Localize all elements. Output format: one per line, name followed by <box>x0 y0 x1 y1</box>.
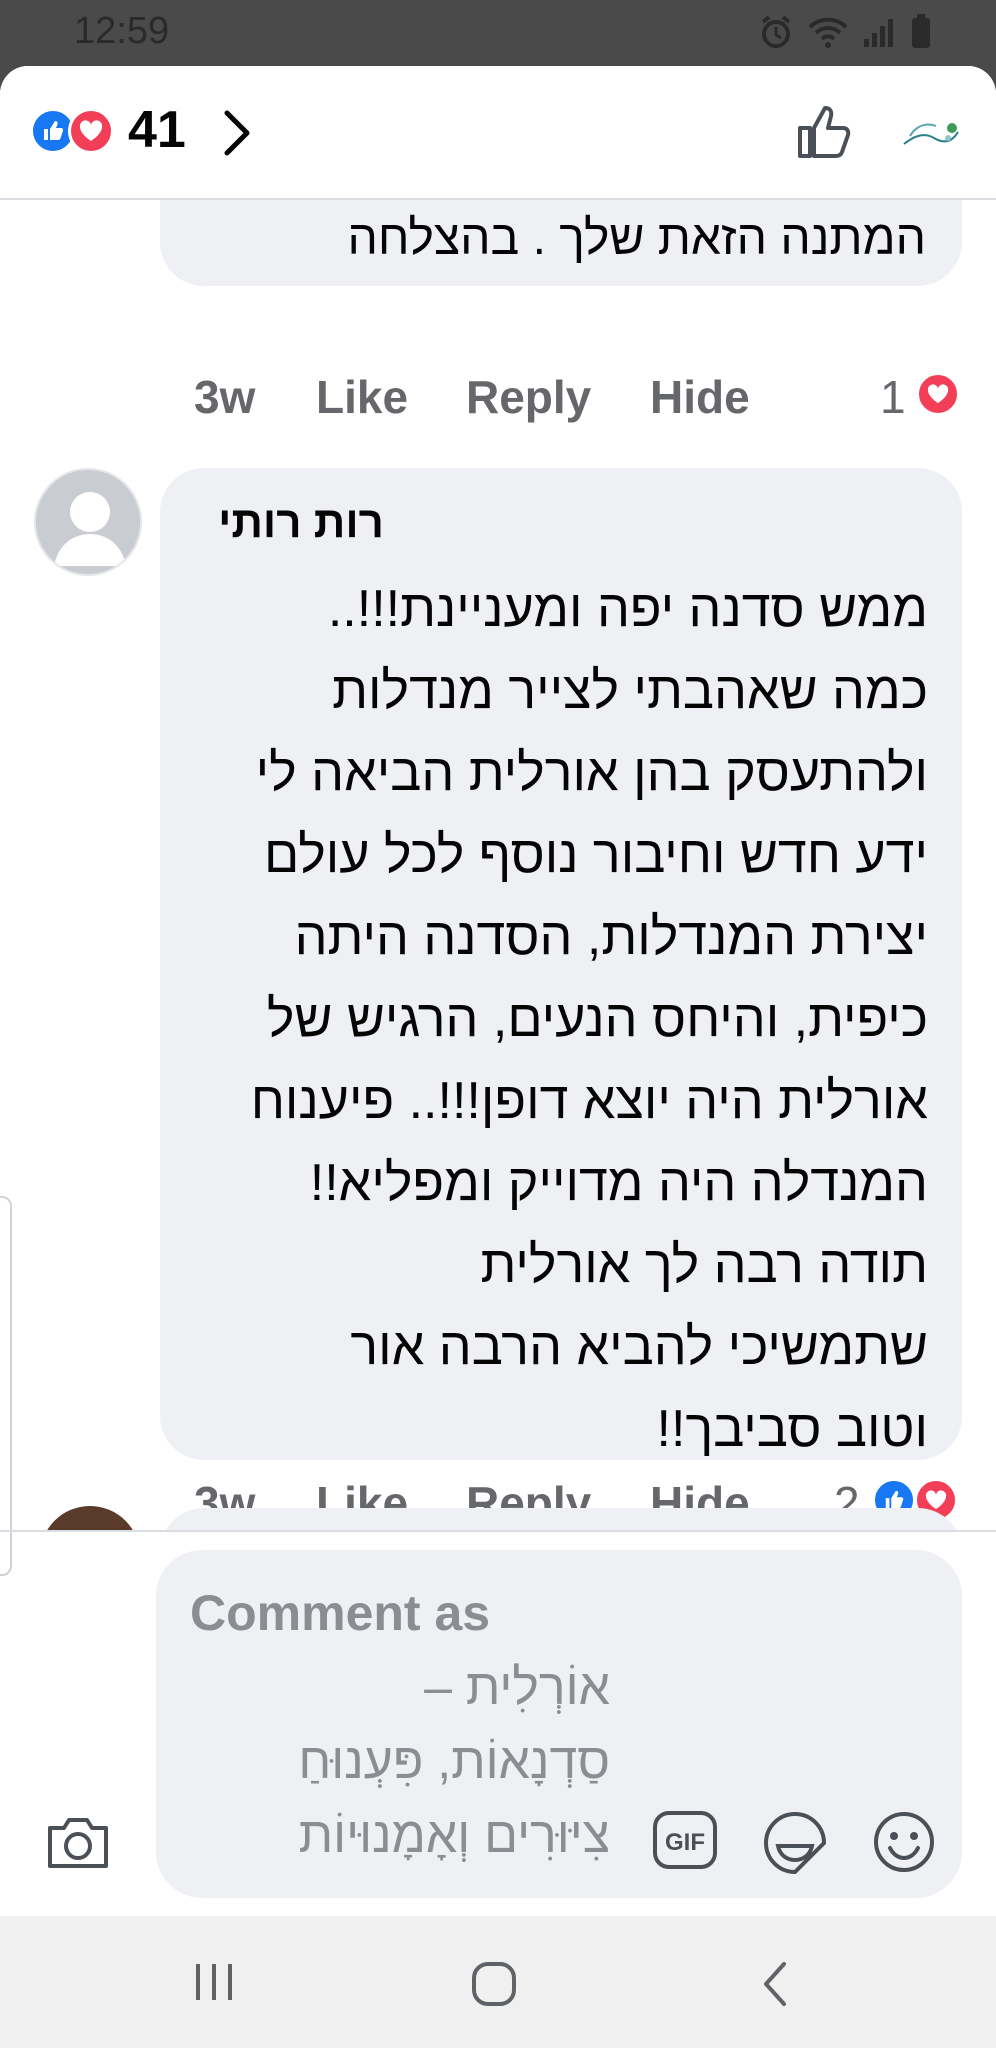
status-bar: 12:59 <box>0 0 996 66</box>
comment-line: שתמשיכי להביא הרבה אור <box>350 1318 928 1376</box>
previous-comment-text: המתנה הזאת שלך . בהצלחה <box>347 212 926 265</box>
camera-icon[interactable] <box>44 1812 112 1872</box>
system-nav-bar <box>0 1916 996 2048</box>
comment-line: כמה שאהבתי לצייר מנדלות <box>332 662 928 720</box>
composer-placeholder: צִיּוּרִים וְאָמָנוּיוֹת <box>298 1807 610 1863</box>
reaction-summary[interactable] <box>30 106 122 156</box>
reply-button[interactable]: Reply <box>466 370 591 424</box>
previous-comment-actions: 3w Like Reply Hide 1 <box>0 360 996 430</box>
comment-timestamp: 3w <box>194 371 256 423</box>
comment-composer[interactable]: Comment as אוֹרְלִית – סַדְנָאוֹת, פִּעְ… <box>156 1550 962 1898</box>
composer-placeholder: אוֹרְלִית – <box>424 1659 610 1715</box>
signal-icon <box>864 19 893 47</box>
composer-placeholder: Comment as <box>190 1585 491 1641</box>
comment-line: תודה רבה לך אורלית <box>480 1236 928 1294</box>
comment-line: אורלית היה יוצא דופן!!!.. פיענוח <box>250 1072 928 1130</box>
love-reaction-icon <box>916 372 960 416</box>
chevron-right-icon[interactable] <box>222 108 252 158</box>
comment-line: כיפית, והיחס הנעים, הרגיש של <box>266 990 928 1048</box>
home-icon[interactable] <box>470 1960 518 2008</box>
next-comment-bubble <box>160 1508 962 1530</box>
comment-line: יצירת המנדלות, הסדנה היתה <box>294 908 928 966</box>
gif-label: GIF <box>665 1829 705 1856</box>
reactions-comments-sheet: 41 המתנה הזאת שלך . בהצלחה 3w Like Reply… <box>0 66 996 1916</box>
back-icon[interactable] <box>760 1960 790 2008</box>
comment-line: ידע חדש וחיבור נוסף לכל עולם <box>263 826 928 884</box>
comment-reaction-count[interactable]: 1 <box>880 370 906 424</box>
comment-bubble: רות רותי ממש סדנה יפה ומעניינת!!!.. כמה … <box>160 468 962 1460</box>
comment-line: וטוב סביבך!! <box>656 1400 928 1458</box>
alarm-icon <box>761 15 791 48</box>
comment-author[interactable]: רות רותי <box>218 498 384 548</box>
comment-line: ממש סדנה יפה ומעניינת!!!.. <box>327 580 928 638</box>
love-reaction-icon <box>68 108 114 154</box>
comment-line: המנדלה היה מדוייק ומפליא!! <box>309 1154 928 1212</box>
avatar[interactable] <box>34 468 142 576</box>
composer-placeholder: סַדְנָאוֹת, פִּעְנוּחַ <box>298 1733 610 1789</box>
battery-icon <box>912 14 930 48</box>
status-time: 12:59 <box>74 10 170 52</box>
status-icons <box>758 14 932 50</box>
thumbs-up-icon[interactable] <box>794 102 854 162</box>
previous-comment-bubble: המתנה הזאת שלך . בהצלחה <box>160 200 962 286</box>
wifi-icon <box>808 17 848 48</box>
emoji-icon[interactable] <box>872 1810 936 1874</box>
comments-list: המתנה הזאת שלך . בהצלחה 3w Like Reply Hi… <box>0 200 996 1530</box>
sticker-icon[interactable] <box>762 1810 828 1874</box>
comment-body: ממש סדנה יפה ומעניינת!!!.. כמה שאהבתי לצ… <box>188 568 928 1470</box>
reaction-count[interactable]: 41 <box>128 100 186 160</box>
hide-button[interactable]: Hide <box>650 370 750 424</box>
comment-input[interactable]: Comment as אוֹרְלִית – סַדְנָאוֹת, פִּעְ… <box>190 1576 610 1872</box>
page-logo-icon <box>903 123 959 145</box>
sheet-header: 41 <box>0 66 996 200</box>
gif-icon[interactable]: GIF <box>652 1810 718 1870</box>
comment-line: ולהתעסק בהן אורלית הביאה לי <box>255 744 928 802</box>
like-button[interactable]: Like <box>316 370 408 424</box>
side-handle[interactable] <box>0 1196 12 1576</box>
recent-apps-icon[interactable] <box>192 1960 236 2004</box>
composer-divider <box>0 1530 996 1532</box>
